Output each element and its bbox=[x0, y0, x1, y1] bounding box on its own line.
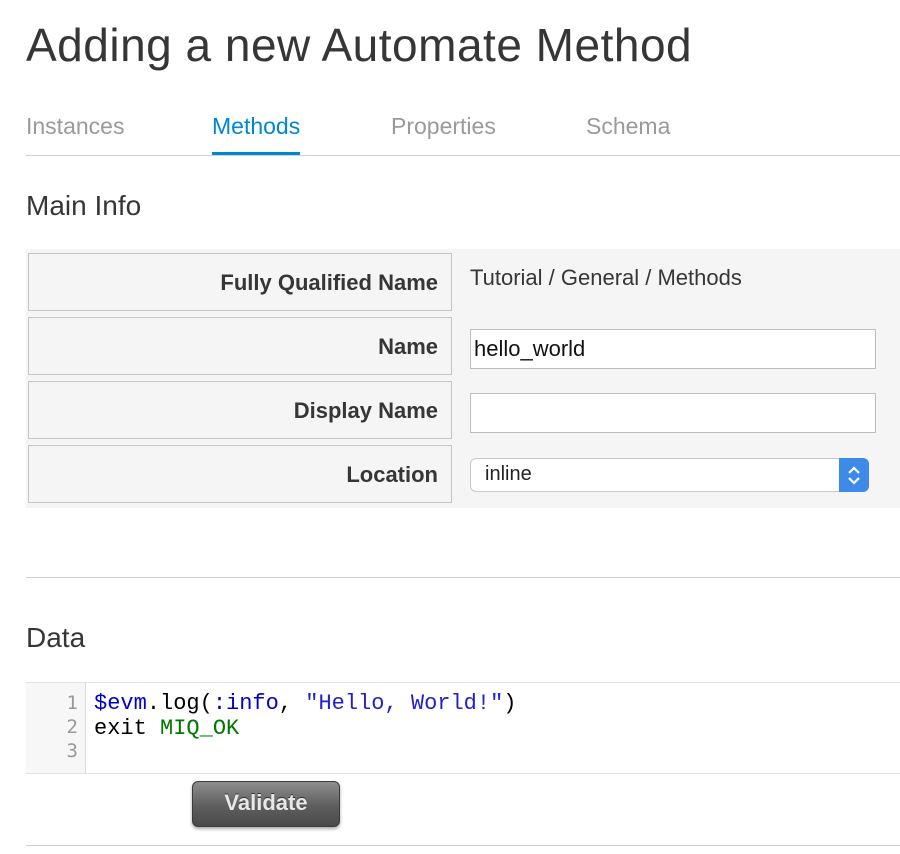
fqn-value: Tutorial / General / Methods bbox=[470, 265, 742, 290]
code-token-constant: MIQ_OK bbox=[160, 716, 240, 741]
line-number-gutter: 1 2 3 bbox=[26, 683, 86, 773]
code-token-symbol: :info bbox=[212, 691, 279, 716]
main-info-heading: Main Info bbox=[26, 190, 142, 221]
fqn-label: Fully Qualified Name bbox=[28, 253, 452, 311]
display-name-field[interactable] bbox=[470, 393, 876, 433]
code-line-1: $evm.log(:info, "Hello, World!") bbox=[94, 691, 517, 716]
footer-divider bbox=[26, 845, 900, 846]
location-select-value: inline bbox=[485, 463, 532, 485]
tab-bar: Instances Methods Properties Schema bbox=[26, 108, 900, 156]
name-label: Name bbox=[28, 317, 452, 375]
code-editor[interactable]: 1 2 3 $evm.log(:info, "Hello, World!") e… bbox=[26, 682, 900, 774]
code-token-string: "Hello, World!" bbox=[305, 691, 504, 716]
line-number: 3 bbox=[66, 740, 78, 762]
page-title: Adding a new Automate Method bbox=[26, 19, 693, 71]
code-token-call: .log( bbox=[146, 691, 213, 716]
data-heading: Data bbox=[26, 622, 86, 653]
section-divider bbox=[26, 577, 900, 578]
chevron-up-down-icon[interactable] bbox=[839, 458, 869, 492]
line-number: 1 bbox=[66, 692, 78, 714]
code-token-separator: , bbox=[278, 691, 306, 716]
location-label: Location bbox=[28, 445, 452, 503]
name-field[interactable] bbox=[470, 329, 876, 369]
code-token-close: ) bbox=[503, 691, 517, 716]
code-token-variable: $evm bbox=[94, 691, 147, 716]
code-line-2: exit MIQ_OK bbox=[94, 716, 239, 741]
main-info-table: Fully Qualified Name Tutorial / General … bbox=[26, 249, 900, 508]
tab-properties[interactable]: Properties bbox=[391, 108, 496, 153]
validate-button[interactable]: Validate bbox=[192, 781, 340, 827]
line-number: 2 bbox=[66, 716, 78, 738]
tab-instances[interactable]: Instances bbox=[26, 108, 124, 153]
location-select[interactable]: inline bbox=[470, 458, 869, 492]
tab-schema[interactable]: Schema bbox=[586, 108, 670, 153]
code-token-keyword: exit bbox=[94, 716, 161, 741]
tab-methods[interactable]: Methods bbox=[212, 108, 301, 155]
display-name-label: Display Name bbox=[28, 381, 452, 439]
